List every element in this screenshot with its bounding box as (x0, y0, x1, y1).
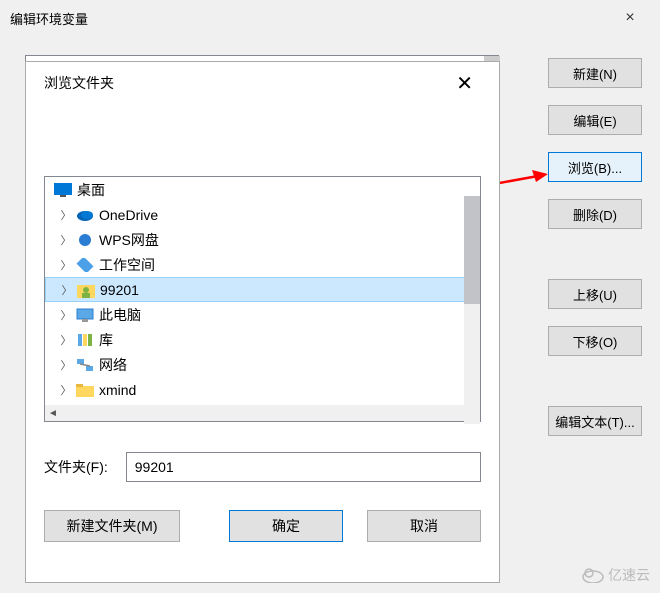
tree-root-desktop[interactable]: 桌面 (45, 177, 480, 202)
edit-env-var-dialog: 编辑环境变量 × 新建(N) 编辑(E) 浏览(B)... 删除(D) 上移(U… (0, 0, 660, 593)
edittext-button[interactable]: 编辑文本(T)... (548, 406, 642, 436)
chevron-right-icon[interactable]: 〉 (59, 257, 73, 273)
edit-button[interactable]: 编辑(E) (548, 105, 642, 135)
tree-horizontal-scrollbar[interactable]: ◄ ► (45, 405, 480, 421)
scroll-left-icon[interactable]: ◄ (45, 405, 61, 421)
tree-item-network[interactable]: 〉 网络 (45, 352, 480, 377)
chevron-right-icon[interactable]: 〉 (59, 307, 73, 323)
tree-item-label: 库 (99, 330, 113, 350)
watermark: 亿速云 (582, 565, 650, 585)
onedrive-icon (75, 206, 95, 224)
folder-input[interactable] (126, 452, 481, 482)
tree-item-label: 工作空间 (99, 255, 155, 275)
desktop-icon (53, 181, 73, 199)
tree-item-label: 网络 (99, 355, 127, 375)
tree-item-workspace[interactable]: 〉 工作空间 (45, 252, 480, 277)
chevron-right-icon[interactable]: 〉 (59, 382, 73, 398)
tree-item-thispc[interactable]: 〉 此电脑 (45, 302, 480, 327)
tree-item-label: WPS网盘 (99, 230, 159, 250)
thispc-icon (75, 306, 95, 324)
workspace-icon (75, 256, 95, 274)
browse-folder-dialog: 浏览文件夹 ✕ 桌面 〉 OneDrive 〉 WPS网盘 (25, 61, 500, 583)
folder-icon (75, 381, 95, 399)
new-button[interactable]: 新建(N) (548, 58, 642, 88)
outer-titlebar: 编辑环境变量 × (0, 0, 660, 36)
tree-item-onedrive[interactable]: 〉 OneDrive (45, 202, 480, 227)
chevron-right-icon[interactable]: 〉 (59, 232, 73, 248)
bottom-buttons: 新建文件夹(M) 确定 取消 (44, 510, 481, 542)
inner-close-button[interactable]: ✕ (448, 71, 481, 96)
new-folder-button[interactable]: 新建文件夹(M) (44, 510, 180, 542)
wps-icon (75, 231, 95, 249)
chevron-right-icon[interactable]: 〉 (60, 282, 74, 298)
tree-item-xmind[interactable]: 〉 xmind (45, 377, 480, 402)
movedown-button[interactable]: 下移(O) (548, 326, 642, 356)
folder-label: 文件夹(F): (44, 457, 108, 477)
ok-button[interactable]: 确定 (229, 510, 343, 542)
user-folder-icon (76, 281, 96, 299)
network-icon (75, 356, 95, 374)
inner-title: 浏览文件夹 (44, 73, 448, 93)
tree-item-wps[interactable]: 〉 WPS网盘 (45, 227, 480, 252)
tree-item-libraries[interactable]: 〉 库 (45, 327, 480, 352)
folder-row: 文件夹(F): (44, 452, 481, 482)
tree-list[interactable]: 桌面 〉 OneDrive 〉 WPS网盘 〉 工作空间 (45, 177, 480, 405)
watermark-text: 亿速云 (608, 565, 650, 585)
cloud-icon (582, 567, 604, 583)
tree-vertical-scrollbar[interactable] (464, 196, 480, 424)
delete-button[interactable]: 删除(D) (548, 199, 642, 229)
tree-item-label: 99201 (100, 282, 139, 298)
chevron-right-icon[interactable]: 〉 (59, 207, 73, 223)
outer-close-button[interactable]: × (610, 3, 650, 33)
moveup-button[interactable]: 上移(U) (548, 279, 642, 309)
tree-item-label: 桌面 (77, 180, 105, 200)
chevron-right-icon[interactable]: 〉 (59, 332, 73, 348)
scrollbar-thumb[interactable] (464, 196, 480, 304)
browse-button[interactable]: 浏览(B)... (548, 152, 642, 182)
inner-titlebar: 浏览文件夹 ✕ (26, 62, 499, 104)
libraries-icon (75, 331, 95, 349)
tree-item-label: xmind (99, 382, 136, 398)
outer-title: 编辑环境变量 (10, 9, 610, 28)
right-button-panel: 新建(N) 编辑(E) 浏览(B)... 删除(D) 上移(U) 下移(O) 编… (548, 58, 642, 453)
folder-tree: 桌面 〉 OneDrive 〉 WPS网盘 〉 工作空间 (44, 176, 481, 422)
tree-item-user-selected[interactable]: 〉 99201 (45, 277, 480, 302)
cancel-button[interactable]: 取消 (367, 510, 481, 542)
tree-item-label: OneDrive (99, 207, 158, 223)
tree-item-label: 此电脑 (99, 305, 141, 325)
chevron-right-icon[interactable]: 〉 (59, 357, 73, 373)
